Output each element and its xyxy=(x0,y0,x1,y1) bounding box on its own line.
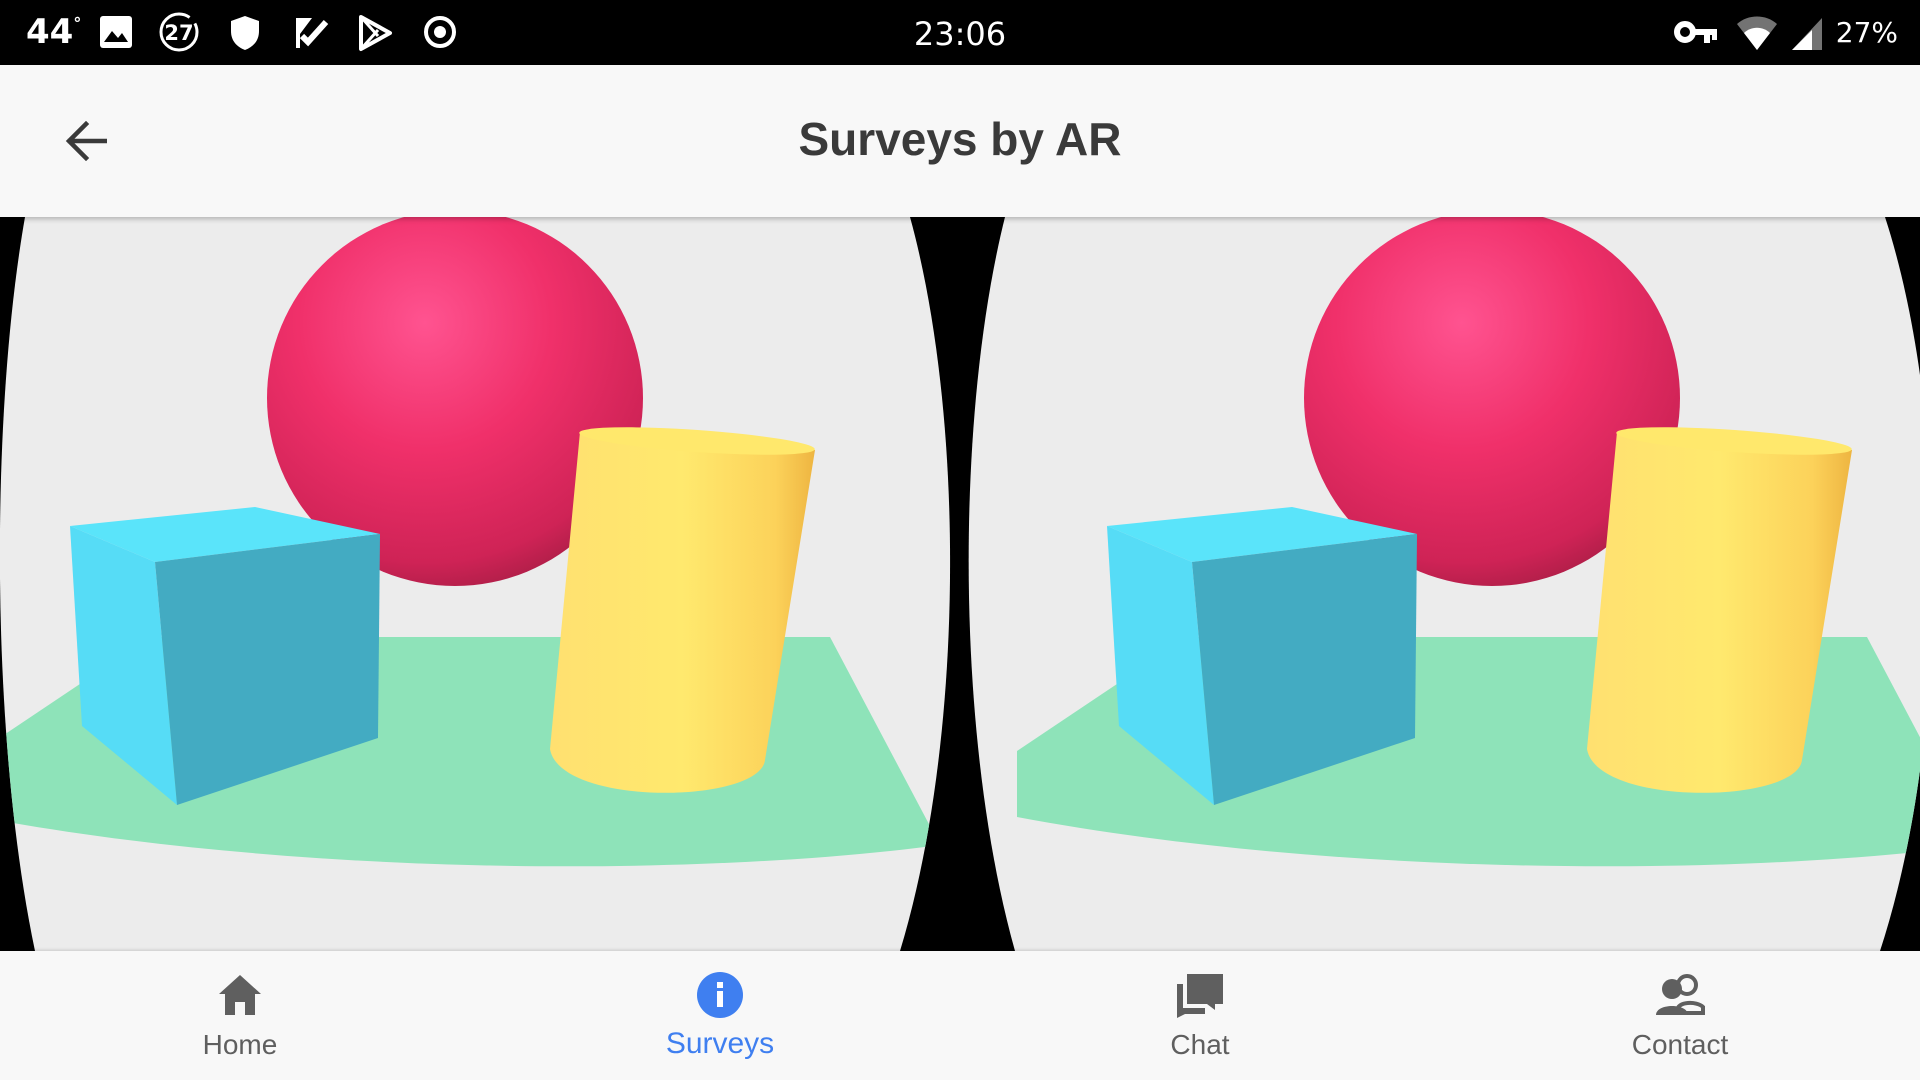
wifi-icon xyxy=(1737,16,1777,50)
nav-label-surveys: Surveys xyxy=(665,1027,775,1060)
chat-icon xyxy=(1177,974,1223,1018)
contacts-icon xyxy=(1656,974,1705,1015)
right-eye-view xyxy=(968,217,1920,951)
nav-item-home[interactable]: Home xyxy=(0,951,480,1080)
battery-percent: 27% xyxy=(1835,16,1898,49)
left-eye-view xyxy=(0,217,951,951)
page-title: Surveys by AR xyxy=(798,113,1122,165)
nav-label-contact: Contact xyxy=(1631,1029,1729,1060)
info-icon xyxy=(697,972,743,1018)
status-bar: 44° 27 23:06 27% xyxy=(0,0,1920,65)
nav-item-surveys[interactable]: Surveys xyxy=(480,951,960,1080)
nav-label-home: Home xyxy=(202,1029,278,1060)
vpn-key-icon xyxy=(1674,21,1717,43)
vr-stereo-viewport[interactable] xyxy=(0,217,1920,951)
vr-scene xyxy=(0,217,1920,951)
home-icon xyxy=(219,975,261,1015)
signal-icon xyxy=(1792,18,1822,50)
clock: 23:06 xyxy=(913,15,1007,53)
nav-item-chat[interactable]: Chat xyxy=(960,951,1440,1080)
nav-item-contact[interactable]: Contact xyxy=(1440,951,1920,1080)
bottom-navigation: Home Surveys Chat Contact xyxy=(0,951,1920,1080)
app-bar: Surveys by AR xyxy=(0,65,1920,217)
nav-label-chat: Chat xyxy=(1170,1029,1230,1060)
